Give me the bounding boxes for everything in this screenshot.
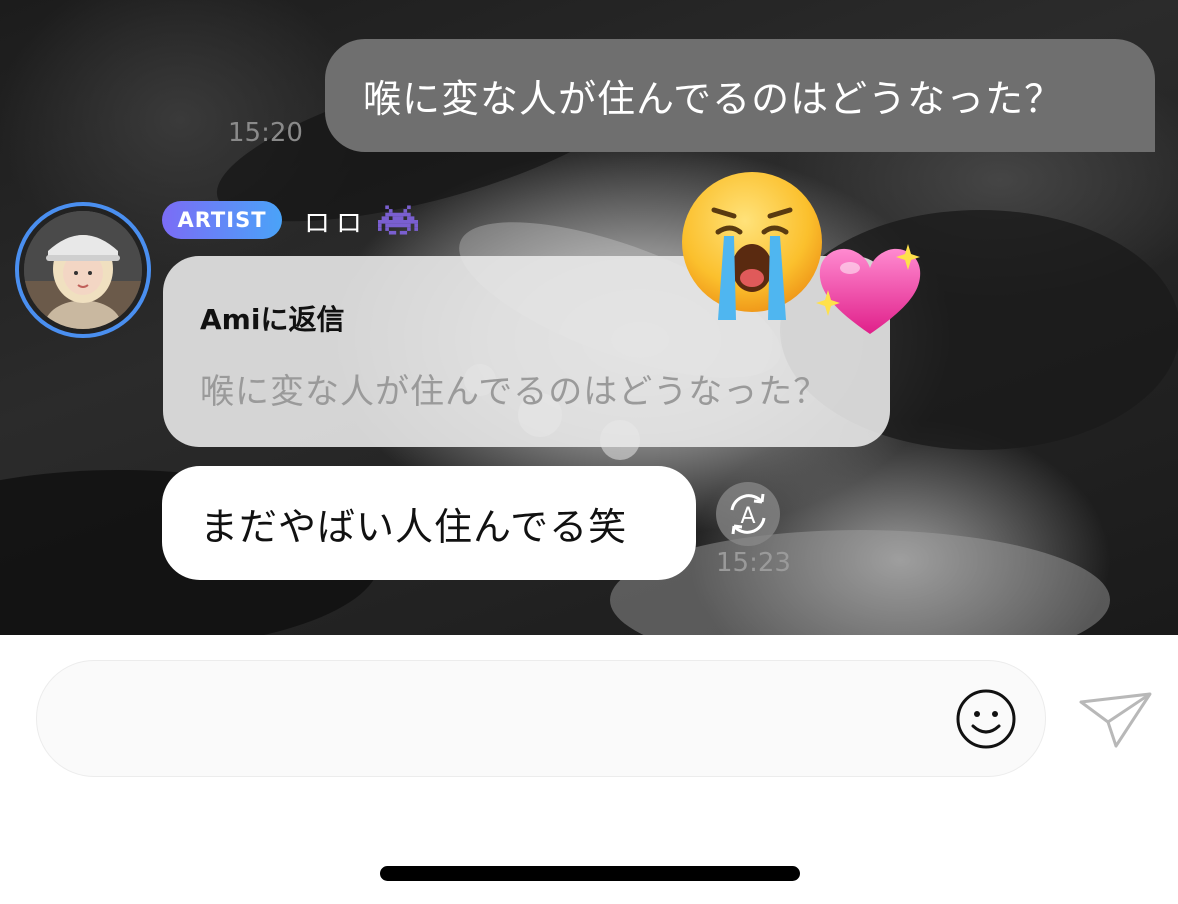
- incoming-message-text: まだやばい人住んでる笑: [200, 504, 628, 549]
- crying-face-reaction[interactable]: [674, 170, 830, 326]
- message-composer: [36, 660, 1046, 778]
- incoming-message-time: 15:23: [716, 548, 791, 578]
- sender-avatar[interactable]: [15, 202, 151, 338]
- sender-name: ロロ: [304, 209, 369, 239]
- sparkling-heart-reaction[interactable]: [812, 238, 928, 342]
- quoted-message-text: 喉に変な人が住んでるのはどうなった？: [200, 372, 829, 412]
- message-input[interactable]: [77, 661, 961, 778]
- avatar-photo: [24, 211, 142, 329]
- artist-badge: ARTIST: [162, 201, 282, 239]
- outgoing-message-bubble[interactable]: 喉に変な人が住んでるのはどうなった？: [325, 39, 1155, 152]
- chat-background: 喉に変な人が住んでるのはどうなった？ 15:20 ARTIST ロロ Amiに返…: [0, 0, 1178, 635]
- translate-icon[interactable]: A: [716, 482, 780, 546]
- outgoing-message-time: 15:20: [228, 118, 303, 148]
- incoming-message-bubble[interactable]: まだやばい人住んでる笑: [162, 466, 696, 580]
- home-indicator[interactable]: [380, 866, 800, 881]
- svg-text:A: A: [740, 504, 755, 529]
- smiley-icon[interactable]: [955, 688, 1017, 750]
- alien-monster-icon: [378, 205, 418, 235]
- paper-plane-icon[interactable]: [1078, 690, 1154, 750]
- outgoing-message-text: 喉に変な人が住んでるのはどうなった？: [363, 77, 1064, 121]
